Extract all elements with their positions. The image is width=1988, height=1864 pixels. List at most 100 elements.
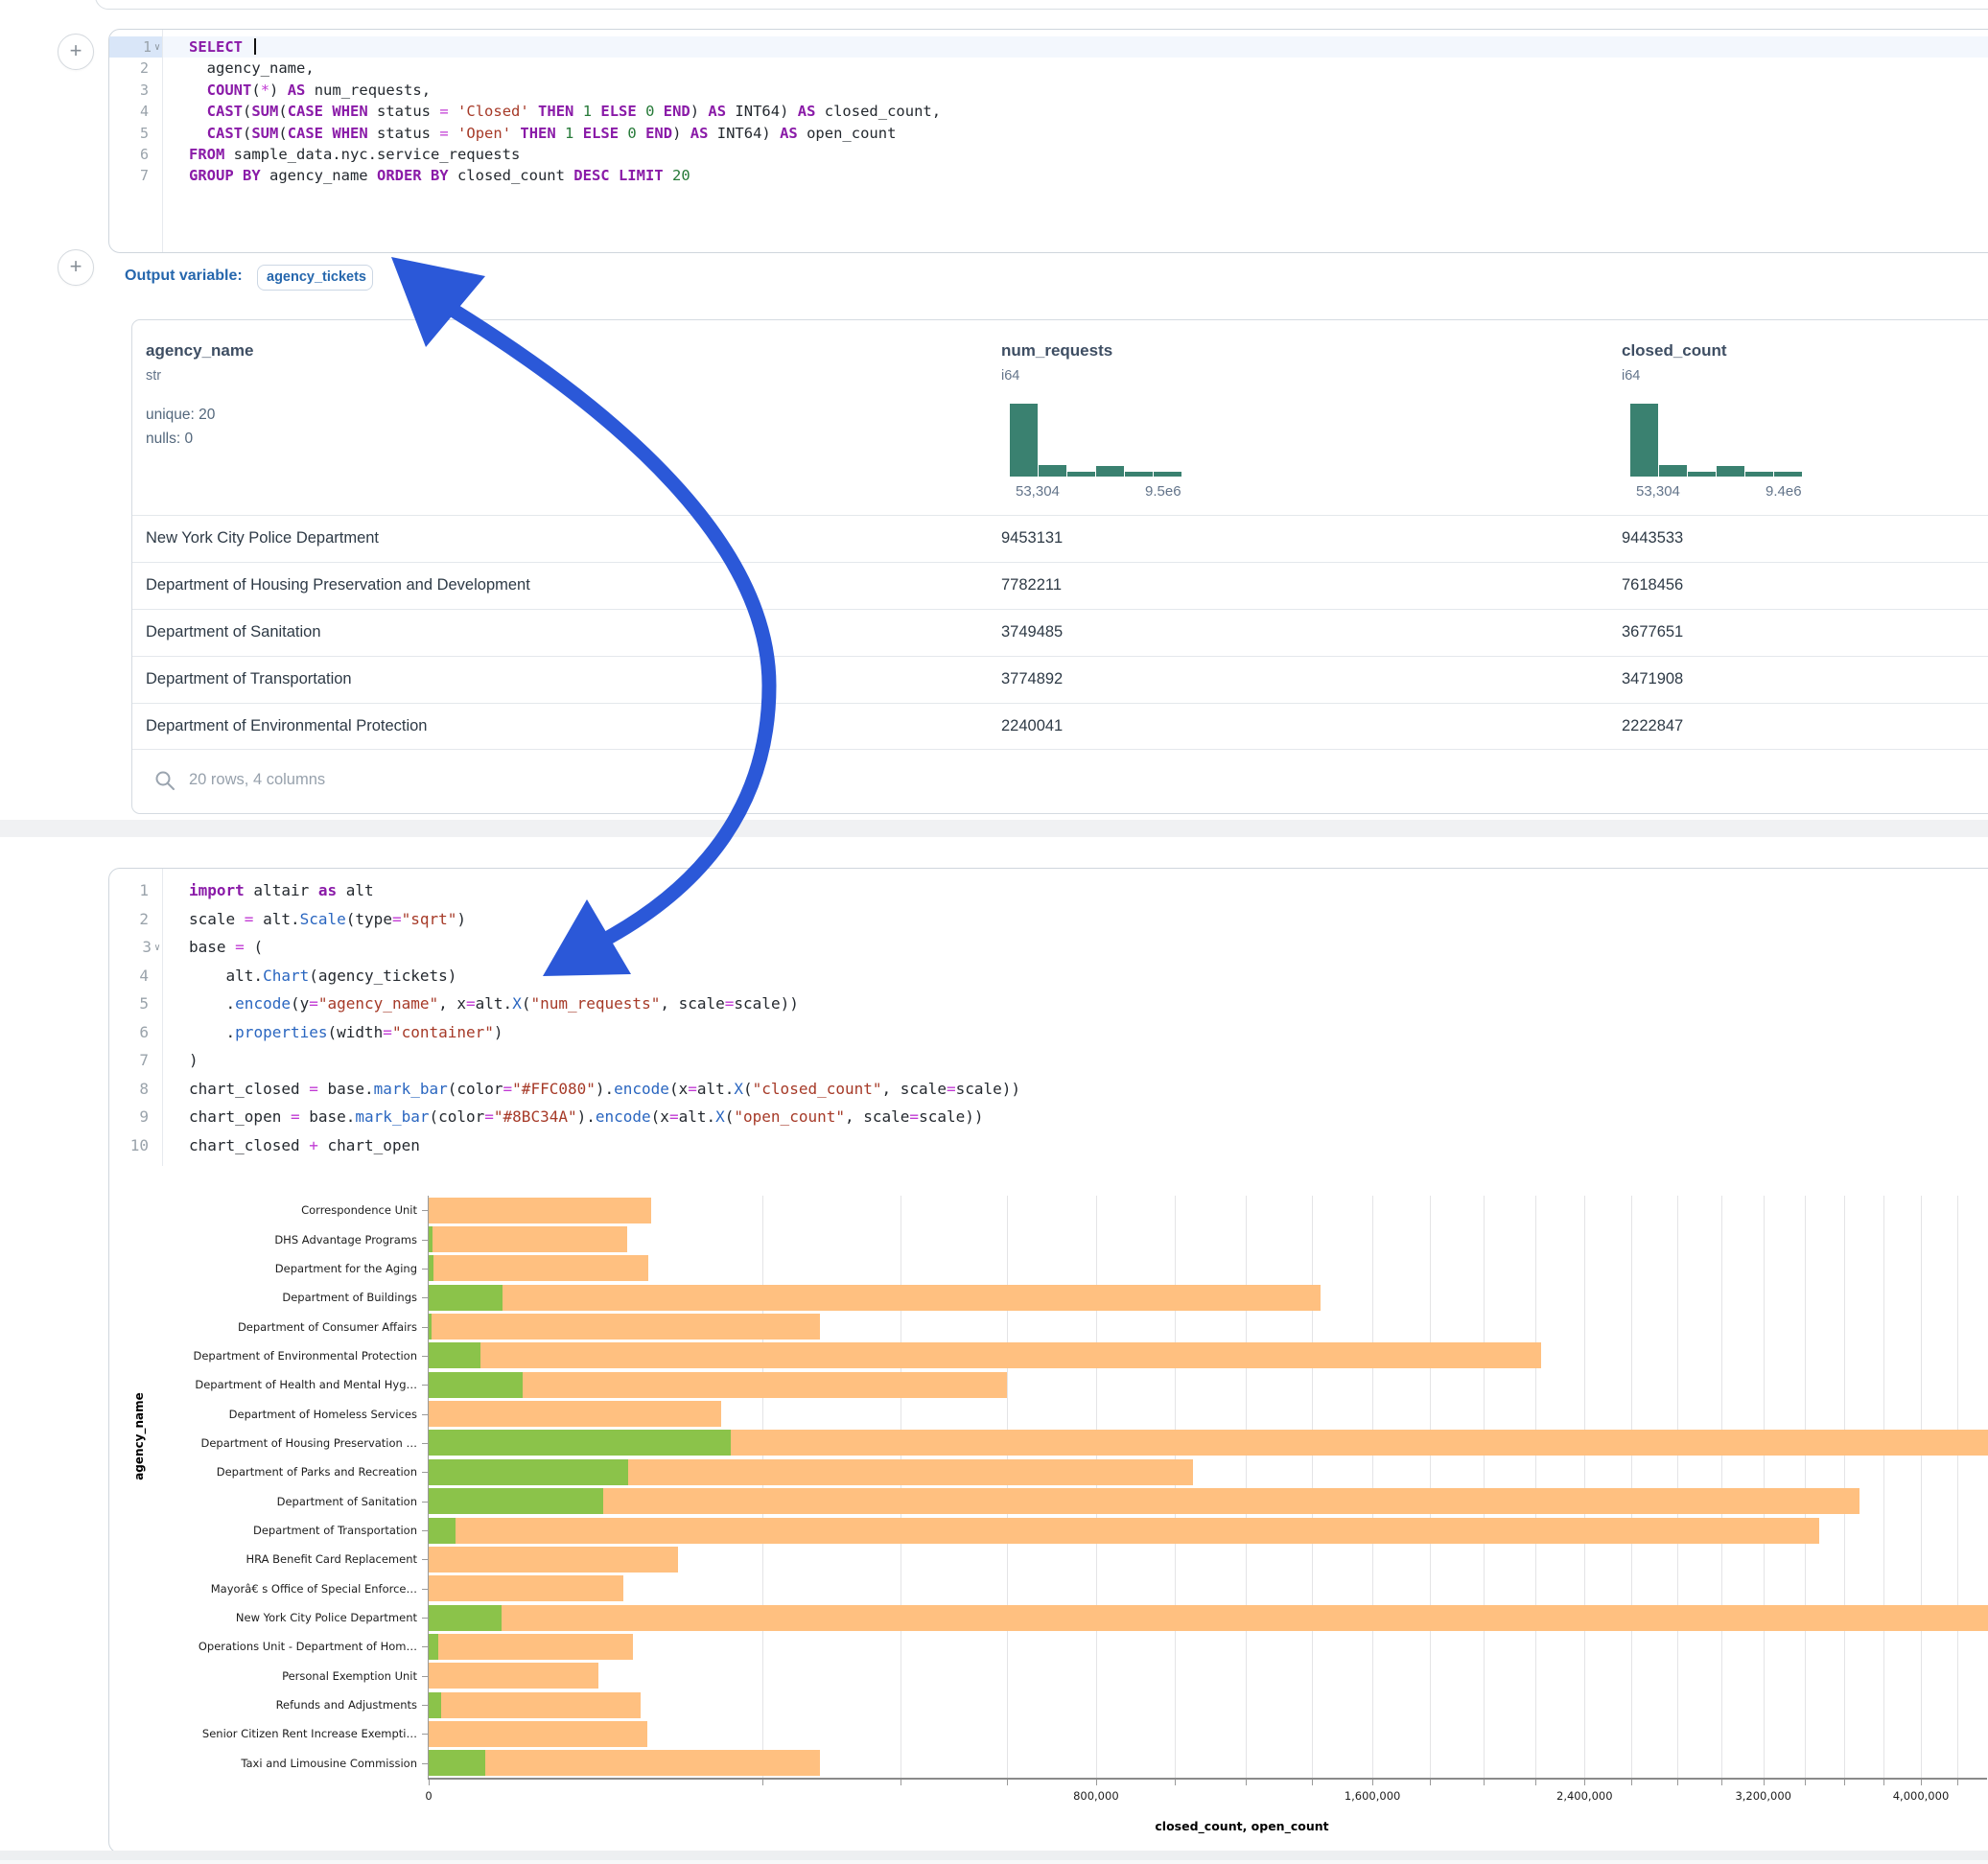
code-token: closed_count, <box>815 103 941 120</box>
code-token: WHEN <box>332 103 367 120</box>
code-line[interactable]: scale = alt.Scale(type="sqrt") <box>175 905 1988 934</box>
code-token: = <box>439 103 448 120</box>
histogram-bar <box>1774 472 1802 477</box>
line-number: 2 <box>109 905 162 934</box>
column-header[interactable]: agency_name <box>146 341 253 361</box>
code-line[interactable]: SELECT <box>175 36 1988 58</box>
code-line[interactable]: alt.Chart(agency_tickets) <box>175 962 1988 990</box>
histogram-bar <box>1067 472 1095 477</box>
add-cell-button-top[interactable]: + <box>58 34 94 70</box>
line-number: 7 <box>109 165 162 186</box>
line-number: 6 <box>109 1018 162 1047</box>
code-token: AS <box>690 125 709 142</box>
line-number: 5 <box>109 123 162 144</box>
code-token: . <box>189 1023 235 1041</box>
code-token: COUNT <box>207 82 252 99</box>
line-number: 1∨ <box>109 36 162 58</box>
code-line[interactable]: GROUP BY agency_name ORDER BY closed_cou… <box>175 165 1988 186</box>
code-line[interactable]: CAST(SUM(CASE WHEN status = 'Closed' THE… <box>175 101 1988 122</box>
code-token: AS <box>708 103 726 120</box>
collapse-chevron-icon[interactable]: ∨ <box>154 42 160 53</box>
histogram-bar <box>1010 404 1038 477</box>
gutter-separator <box>162 869 163 1166</box>
code-token: base. <box>318 1080 374 1098</box>
code-line[interactable]: CAST(SUM(CASE WHEN status = 'Open' THEN … <box>175 123 1988 144</box>
code-token: CASE <box>288 125 323 142</box>
code-token: closed_count <box>449 167 574 184</box>
table-row[interactable]: Department of Housing Preservation and D… <box>132 562 1988 610</box>
search-icon[interactable] <box>153 769 176 792</box>
code-token: 0 <box>627 125 636 142</box>
table-header: agency_namestrunique: 20nulls: 0num_requ… <box>132 320 1988 515</box>
table-cell: 3749485 <box>1001 623 1063 641</box>
code-token: (x <box>651 1107 669 1126</box>
text-cursor <box>254 38 256 55</box>
collapse-chevron-icon[interactable]: ∨ <box>154 943 160 953</box>
code-token: properties <box>235 1023 327 1041</box>
histogram-max-label: 9.5e6 <box>1145 483 1181 500</box>
column-header[interactable]: num_requests <box>1001 341 1112 361</box>
code-line[interactable]: FROM sample_data.nyc.service_requests <box>175 144 1988 165</box>
line-number: 6 <box>109 144 162 165</box>
histogram-bar <box>1688 472 1716 477</box>
table-row[interactable]: New York City Police Department945313194… <box>132 515 1988 563</box>
code-line[interactable]: COUNT(*) AS num_requests, <box>175 80 1988 101</box>
code-token: num_requests, <box>305 82 431 99</box>
notebook-page: { "accent": {"arrow_blue": "#2b58d8", "k… <box>0 0 1988 1864</box>
code-line[interactable]: chart_open = base.mark_bar(color="#8BC34… <box>175 1103 1988 1131</box>
column-type: str <box>146 368 161 384</box>
sql-code-editor[interactable]: 1∨SELECT 2 agency_name,3 COUNT(*) AS num… <box>109 36 1988 252</box>
code-line[interactable]: .encode(y="agency_name", x=alt.X("num_re… <box>175 990 1988 1018</box>
add-cell-button-output[interactable]: + <box>58 249 94 286</box>
dataframe-preview[interactable]: agency_namestrunique: 20nulls: 0num_requ… <box>131 319 1988 814</box>
code-token: SUM <box>251 125 278 142</box>
code-token: = <box>909 1107 919 1126</box>
line-number: 3 <box>109 80 162 101</box>
column-type: i64 <box>1001 368 1019 384</box>
row-count-label: 20 rows, 4 columns <box>189 771 325 789</box>
table-row[interactable]: Department of Environmental Protection 22… <box>132 703 1988 751</box>
code-token: LIMIT <box>619 167 664 184</box>
code-token: 'Closed' <box>457 103 529 120</box>
code-token: open_count <box>798 125 897 142</box>
code-token: = <box>688 1080 697 1098</box>
gutter-separator <box>162 30 163 252</box>
code-token: X <box>734 1080 743 1098</box>
python-code-editor[interactable]: 1import altair as alt2scale = alt.Scale(… <box>109 876 1988 1164</box>
table-cell: 7782211 <box>1001 576 1062 594</box>
table-cell: 2222847 <box>1622 717 1683 735</box>
code-token: = <box>245 910 254 928</box>
code-line[interactable]: .properties(width="container") <box>175 1018 1988 1047</box>
code-line[interactable]: ) <box>175 1046 1988 1075</box>
code-line[interactable]: chart_closed = base.mark_bar(color="#FFC… <box>175 1075 1988 1104</box>
code-line[interactable]: chart_closed + chart_open <box>175 1131 1988 1160</box>
code-line[interactable]: base = ( <box>175 933 1988 962</box>
table-cell: Department of Environmental Protection <box>146 717 427 735</box>
code-token <box>654 103 663 120</box>
code-token: ORDER BY <box>377 167 449 184</box>
column-header[interactable]: closed_count <box>1622 341 1727 361</box>
table-cell: New York City Police Department <box>146 529 379 548</box>
code-token: agency_name, <box>189 59 315 77</box>
code-token: ). <box>596 1080 614 1098</box>
code-token: encode <box>235 994 291 1013</box>
code-token: ) <box>672 125 690 142</box>
table-row[interactable]: Department of Transportation377489234719… <box>132 656 1988 704</box>
code-token: alt. <box>679 1107 716 1126</box>
code-token: END <box>664 103 690 120</box>
code-token: alt. <box>189 967 263 985</box>
code-token <box>610 167 619 184</box>
code-line[interactable]: agency_name, <box>175 58 1988 79</box>
output-variable-chip[interactable]: agency_tickets <box>257 265 373 291</box>
code-line[interactable]: import altair as alt <box>175 876 1988 905</box>
code-token: sample_data.nyc.service_requests <box>224 146 520 163</box>
histogram-bar <box>1125 472 1153 477</box>
python-cell[interactable]: 1import altair as alt2scale = alt.Scale(… <box>108 868 1988 1853</box>
sql-cell[interactable]: 1∨SELECT 2 agency_name,3 COUNT(*) AS num… <box>108 29 1988 253</box>
code-token: "#8BC34A" <box>494 1107 577 1126</box>
code-token: INT64) <box>726 103 798 120</box>
table-row[interactable]: Department of Sanitation37494853677651 <box>132 609 1988 657</box>
line-number: 9 <box>109 1103 162 1131</box>
code-token: THEN <box>538 103 573 120</box>
code-token: ( <box>278 125 287 142</box>
